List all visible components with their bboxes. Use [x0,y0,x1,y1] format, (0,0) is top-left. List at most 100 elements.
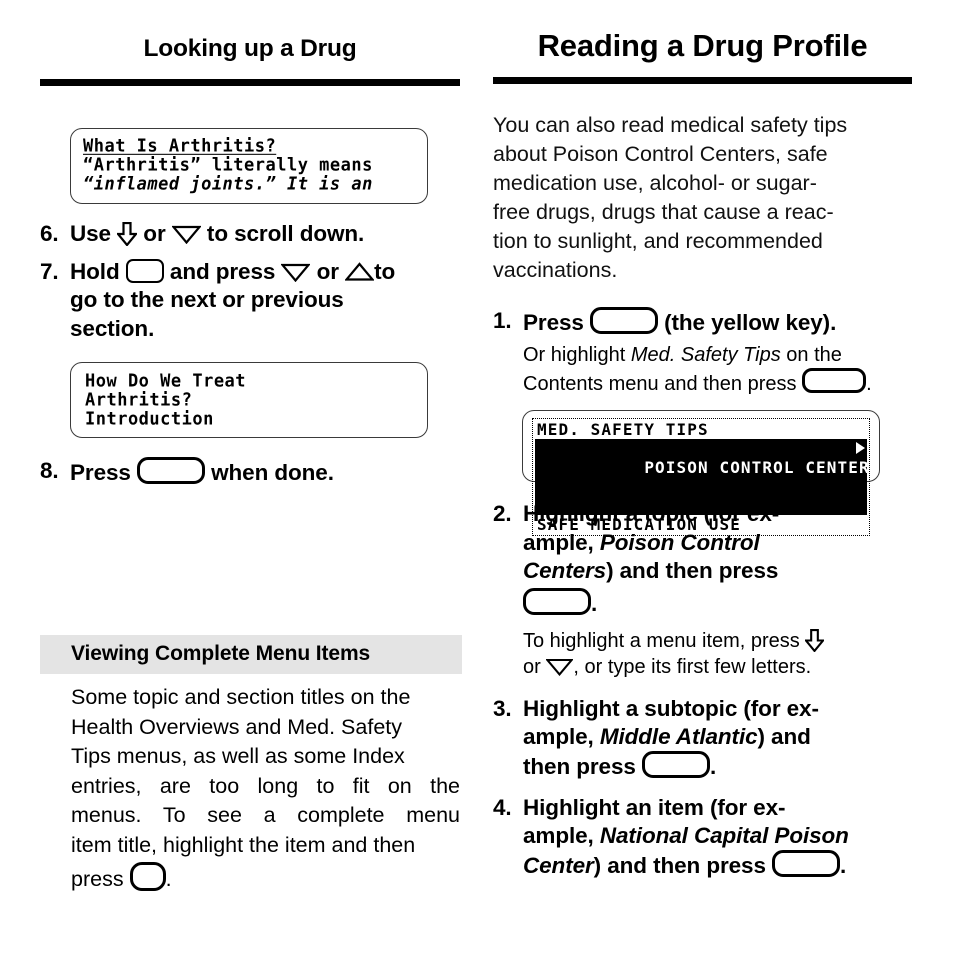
r-step-3-line-2-a: ample, [523,723,594,749]
intro-line: about Poison Control Centers, safe [493,141,828,166]
section-paragraph: Some topic and section titles on the Hea… [71,683,460,894]
left-title-rule [40,78,460,86]
r-step-1-sub-b: on the [786,343,842,366]
right-column-title: Reading a Drug Profile [537,28,868,63]
enter-key-icon [772,850,841,878]
enter-key-icon [523,588,591,616]
r-step-4-line-3-em: Center [523,853,594,879]
section-last-line-b: . [165,867,172,892]
r-step-4-line-3-b: . [840,853,847,879]
enter-key-icon [589,307,658,335]
lcd-menu-row-selected: POISON CONTROL CENTERS [535,439,879,516]
r-step-4-number: 4. [493,794,512,820]
r-step-4-line-2-a: ample, [523,822,594,848]
r-step-2-number: 2. [493,501,512,527]
intro-paragraph: You can also read medical safety tips ab… [493,111,912,286]
step-8-text: Press when done. [70,457,460,487]
r-step-2-line-3: Centers) and then press [523,557,912,585]
enter-key-icon [641,751,710,779]
r-step-4-line-2: ample, National Capital Poison [523,822,912,850]
lcd-line-body-2: “inflamed joints.” It is an [83,173,373,195]
r-step-3-line-2-b: ) and [757,723,811,749]
lcd2-line-3: Introduction [85,409,214,431]
step-6-text: Use or to scroll down. [70,220,460,248]
r-step-2-sub-b: or [523,656,541,679]
r-step-4: 4. Highlight an item (for ex- ample, Nat… [493,794,912,881]
r-step-2-line-4-b: . [591,591,598,617]
step-7-text-a: Hold [70,259,120,285]
r-step-2-sub-a: To highlight a menu item, press [523,629,800,652]
section-paragraph-line: Health Overviews and Med. Safety [71,714,403,739]
up-triangle-key-icon [345,262,375,281]
r-step-3-line-2: ample, Middle Atlantic) and [523,723,912,751]
r-step-2-sub-line-1: To highlight a menu item, press [523,628,912,654]
manual-page: Looking up a Drug What Is Arthritis? “Ar… [0,0,954,954]
section-paragraph-line: menus. To see a complete menu [71,803,460,828]
r-step-2-line-4: . [523,588,912,618]
r-step-1-sub-line-2: Contents menu and then press . [523,368,912,397]
lcd-screen-med-safety-menu: MED. SAFETY TIPS POISON CONTROL CENTERS … [522,410,880,537]
down-triangle-key-icon [281,263,311,283]
step-7-line-3: section. [70,315,155,341]
r-step-3-text: Highlight a subtopic (for ex- ample, Mid… [523,695,912,782]
r-step-3: 3. Highlight a subtopic (for ex- ample, … [493,695,912,782]
section-last-line-a: press [71,867,124,892]
step-6: 6. Use or to scroll down. [40,220,460,248]
r-step-1-sub-em: Med. Safety Tips [630,343,781,366]
lcd-screen-section-list: How Do We Treat Arthritis? Introduction [70,362,428,439]
r-step-1-number: 1. [493,308,512,334]
down-arrow-key-icon [117,221,138,246]
r-step-1-sub-a: Or highlight [523,343,626,366]
step-7-text: Hold and press or to go to the next or p… [70,258,460,343]
down-triangle-key-icon [546,658,574,677]
step-7-text-c: or [316,259,339,285]
step-6-text-b: or [143,220,166,246]
intro-line: You can also read medical safety tips [493,112,848,137]
section-paragraph-line: Tips menus, as well as some Index [71,744,405,769]
section-paragraph-line: Some topic and section titles on the [71,685,411,710]
intro-line: medication use, alcohol- or sugar- [493,170,817,195]
r-step-3-line-3-a: then press [523,754,636,780]
menu-selection-arrow-icon [856,442,865,455]
lcd-menu-row: SAFE MEDICATION USE [537,515,741,535]
enter-key-icon [802,368,867,394]
step-7-text-d: to [374,259,396,285]
small-oval-key-icon [129,862,166,892]
r-step-1: 1. Press (the yellow key). [493,307,912,337]
shift-key-icon [125,259,164,284]
lcd-line-title: What Is Arthritis? [83,135,277,157]
step-8: 8. Press when done. [40,457,460,487]
step-6-number: 6. [40,220,59,246]
lcd-menu-row: MED. SAFETY TIPS [537,420,709,440]
r-step-2-sub: To highlight a menu item, press or , or … [523,628,912,681]
lcd-screen-drug-topic: What Is Arthritis? “Arthritis” literally… [70,127,428,204]
r-step-3-line-3: then press . [523,751,912,781]
right-column: Reading a Drug Profile You can also read… [493,0,912,954]
intro-line: tion to sunlight, and recommended [493,229,823,254]
right-title-rule [493,76,912,84]
r-step-3-line-3-b: . [709,754,717,780]
lcd-line-body-1: “Arthritis” literally means [83,154,373,176]
section-paragraph-line: item title, highlight the item and then [71,832,416,857]
step-7-text-b: and press [169,259,276,285]
intro-line: free drugs, drugs that cause a reac- [493,199,834,224]
r-step-1-sub-c: Contents menu and then press [523,373,797,396]
r-step-4-line-2-em: National Capital Poison [599,822,849,848]
lcd-menu-row-selected-label: POISON CONTROL CENTERS [644,458,881,478]
down-triangle-key-icon [171,225,201,244]
left-column: Looking up a Drug What Is Arthritis? “Ar… [40,0,462,954]
step-8-text-b: when done. [211,460,334,486]
r-step-3-line-2-em: Middle Atlantic [599,723,758,749]
enter-key-icon [136,457,205,485]
r-step-4-line-3-a: ) and then press [593,853,766,879]
r-step-2-line-3-em: Centers [523,558,607,584]
section-paragraph-last-line: press . [71,862,460,894]
r-step-2-line-3-b: ) and then press [606,558,779,584]
down-arrow-key-icon [805,628,825,652]
r-step-3-number: 3. [493,695,512,721]
r-step-4-line-3: Center) and then press . [523,850,912,880]
step-7-number: 7. [40,259,59,285]
section-paragraph-line: entries, are too long to fit on the [71,773,460,798]
step-6-text-c: to scroll down. [206,220,365,246]
step-7-line-2: go to the next or previous [70,287,344,313]
